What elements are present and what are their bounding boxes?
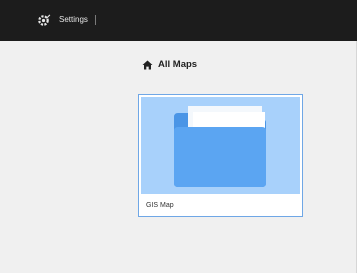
map-card-title: GIS Map (139, 194, 302, 216)
topbar-divider (94, 15, 96, 25)
settings-label: Settings (59, 15, 88, 24)
main-content: All Maps GIS Map (0, 41, 357, 273)
folder-icon (141, 106, 300, 194)
top-bar: Settings (0, 0, 357, 41)
breadcrumb-label: All Maps (158, 59, 198, 71)
breadcrumb-all-maps[interactable]: All Maps (142, 60, 197, 70)
map-card-gis-map[interactable]: GIS Map (138, 94, 303, 217)
settings-button[interactable]: Settings (37, 10, 96, 30)
home-icon (142, 60, 153, 70)
map-card-thumbnail (141, 97, 300, 194)
settings-icon (37, 13, 51, 27)
